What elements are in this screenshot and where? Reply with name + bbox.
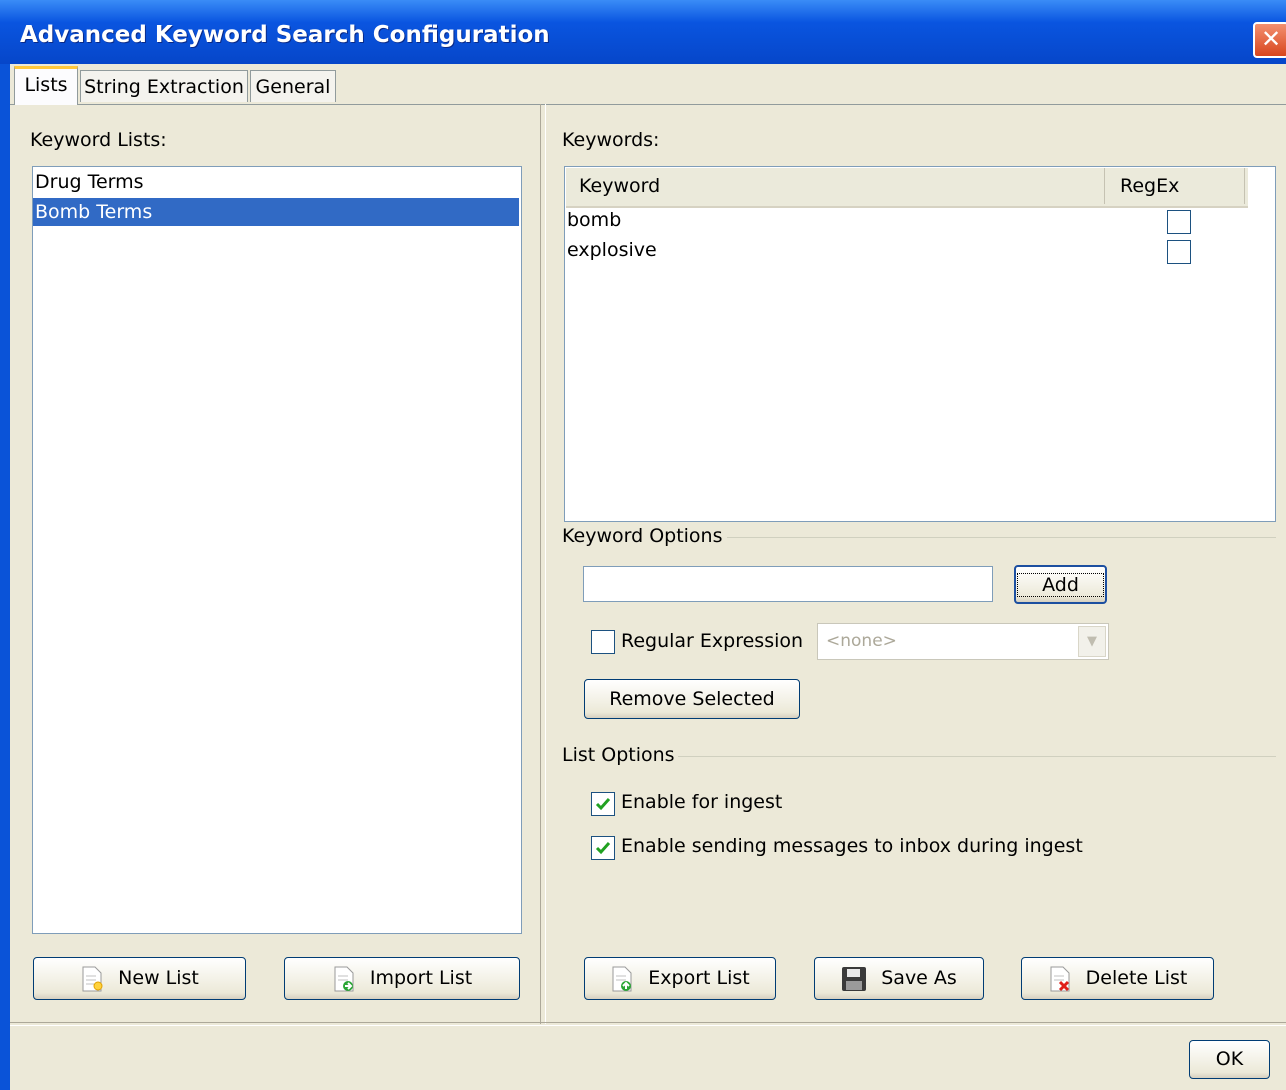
column-regex[interactable]: RegEx [1120, 175, 1179, 197]
import-file-icon [334, 966, 354, 991]
tab-lists[interactable]: Lists [14, 66, 78, 105]
regular-expression-label: Regular Expression [621, 630, 804, 652]
keyword-lists-heading: Keyword Lists: [30, 129, 167, 151]
enable-ingest-label: Enable for ingest [621, 791, 783, 813]
group-separator [678, 756, 1276, 757]
chevron-down-icon[interactable]: ▼ [1078, 626, 1106, 657]
tab-string-extraction-label: String Extraction [84, 76, 244, 98]
list-item-label: Bomb Terms [35, 201, 153, 223]
title-bar[interactable]: Advanced Keyword Search Configuration ✕ [0, 0, 1286, 64]
list-options-heading: List Options [562, 744, 675, 766]
column-keyword[interactable]: Keyword [579, 175, 660, 197]
footer-separator [10, 1022, 1286, 1026]
keywords-table-header: Keyword RegEx [566, 168, 1248, 208]
import-list-label: Import List [369, 967, 473, 989]
group-separator [727, 537, 1276, 538]
save-as-button[interactable]: Save As [814, 957, 984, 1000]
close-icon: ✕ [1260, 25, 1282, 53]
regular-expression-checkbox[interactable] [591, 630, 615, 654]
checkmark-icon [595, 798, 611, 811]
keyword-input[interactable] [583, 566, 993, 602]
export-list-button[interactable]: Export List [584, 957, 776, 1000]
close-button[interactable]: ✕ [1253, 22, 1286, 58]
tab-bar: Lists String Extraction General [10, 64, 1286, 105]
regex-checkbox[interactable] [1167, 210, 1191, 234]
add-button[interactable]: Add [1014, 565, 1107, 604]
new-file-icon [82, 966, 103, 991]
tab-lists-label: Lists [24, 74, 68, 96]
delete-list-label: Delete List [1085, 967, 1188, 989]
enable-messages-label: Enable sending messages to inbox during … [621, 835, 1083, 857]
enable-messages-checkbox[interactable] [591, 836, 615, 860]
keyword-options-heading: Keyword Options [562, 525, 723, 547]
keyword-cell: explosive [567, 239, 657, 261]
new-list-button[interactable]: New List [33, 957, 246, 1000]
keywords-heading: Keywords: [562, 129, 660, 151]
tab-string-extraction[interactable]: String Extraction [80, 70, 248, 102]
regex-type-value: <none> [826, 631, 897, 651]
column-divider [1244, 168, 1245, 204]
list-item-selected[interactable]: Bomb Terms [33, 198, 519, 226]
table-row[interactable]: explosive [566, 236, 1248, 266]
column-divider [1104, 168, 1105, 204]
export-file-icon [612, 966, 632, 991]
tab-general[interactable]: General [250, 70, 336, 102]
ok-button[interactable]: OK [1189, 1040, 1270, 1079]
remove-selected-label: Remove Selected [609, 688, 775, 710]
regex-checkbox[interactable] [1167, 240, 1191, 264]
new-list-label: New List [118, 967, 199, 989]
list-item-label: Drug Terms [35, 171, 144, 193]
enable-ingest-checkbox[interactable] [591, 792, 615, 816]
delete-file-icon [1050, 966, 1070, 991]
export-list-label: Export List [648, 967, 750, 989]
panel-divider[interactable] [540, 104, 546, 1024]
keyword-cell: bomb [567, 209, 622, 231]
checkmark-icon [595, 842, 611, 855]
list-item[interactable]: Drug Terms [33, 168, 519, 196]
window-title: Advanced Keyword Search Configuration [20, 22, 550, 48]
table-row[interactable]: bomb [566, 206, 1248, 236]
keyword-lists-listbox[interactable]: Drug Terms Bomb Terms [32, 166, 522, 934]
ok-label: OK [1215, 1048, 1244, 1070]
regex-type-select[interactable]: <none> ▼ [817, 623, 1109, 660]
import-list-button[interactable]: Import List [284, 957, 520, 1000]
floppy-disk-icon [842, 966, 867, 991]
add-label: Add [1017, 573, 1104, 597]
tab-general-label: General [255, 76, 331, 98]
remove-selected-button[interactable]: Remove Selected [584, 679, 800, 719]
save-as-label: Save As [881, 967, 957, 989]
delete-list-button[interactable]: Delete List [1021, 957, 1214, 1000]
